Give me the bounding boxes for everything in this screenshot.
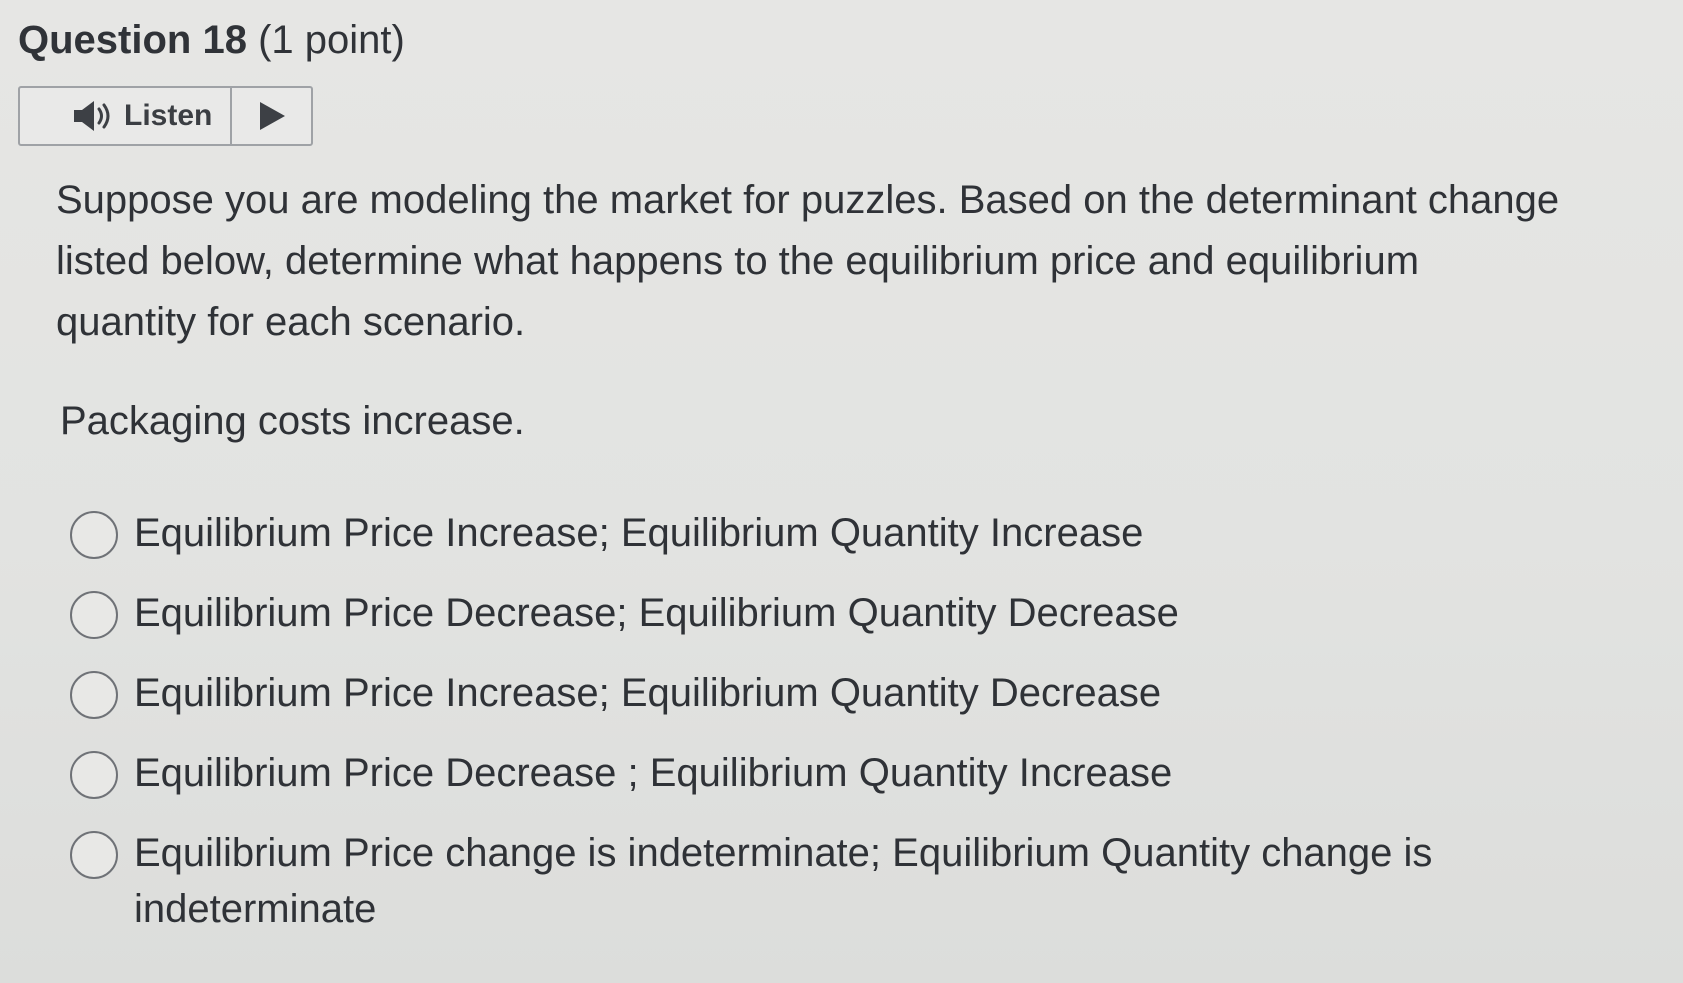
scenario-text: Packaging costs increase. [60, 399, 525, 443]
listen-button[interactable]: Listen [20, 88, 232, 144]
radio-button[interactable] [70, 671, 118, 719]
answer-option[interactable]: Equilibrium Price Decrease ; Equilibrium… [68, 745, 1568, 825]
answer-option-label[interactable]: Equilibrium Price change is indeterminat… [134, 825, 1514, 937]
prompt-line: Suppose you are modeling the market for … [56, 178, 1560, 222]
answer-option[interactable]: Equilibrium Price Increase; Equilibrium … [68, 505, 1568, 585]
answer-option-label[interactable]: Equilibrium Price Increase; Equilibrium … [134, 505, 1143, 561]
answer-option[interactable]: Equilibrium Price change is indeterminat… [68, 825, 1568, 945]
speaker-icon [72, 99, 118, 133]
prompt-line: quantity for each scenario. [56, 300, 526, 344]
play-icon [257, 100, 287, 132]
question-points: (1 point) [258, 18, 405, 62]
answer-option-label[interactable]: Equilibrium Price Increase; Equilibrium … [134, 665, 1161, 721]
radio-button[interactable] [70, 591, 118, 639]
quiz-page: Question 18 (1 point) Listen Suppose you… [0, 0, 1683, 983]
play-button[interactable] [232, 88, 311, 144]
answer-option-label[interactable]: Equilibrium Price Decrease ; Equilibrium… [134, 745, 1172, 801]
question-number: Question 18 [18, 18, 247, 62]
question-prompt: Suppose you are modeling the market for … [56, 170, 1616, 353]
radio-button[interactable] [70, 751, 118, 799]
answer-option-label[interactable]: Equilibrium Price Decrease; Equilibrium … [134, 585, 1179, 641]
radio-button[interactable] [70, 511, 118, 559]
answer-options: Equilibrium Price Increase; Equilibrium … [68, 505, 1568, 945]
answer-option[interactable]: Equilibrium Price Increase; Equilibrium … [68, 665, 1568, 745]
answer-option[interactable]: Equilibrium Price Decrease; Equilibrium … [68, 585, 1568, 665]
question-title: Question 18 (1 point) [18, 16, 405, 64]
radio-button[interactable] [70, 831, 118, 879]
listen-widget: Listen [18, 86, 313, 146]
listen-label: Listen [124, 99, 213, 132]
prompt-line: listed below, determine what happens to … [56, 239, 1420, 283]
